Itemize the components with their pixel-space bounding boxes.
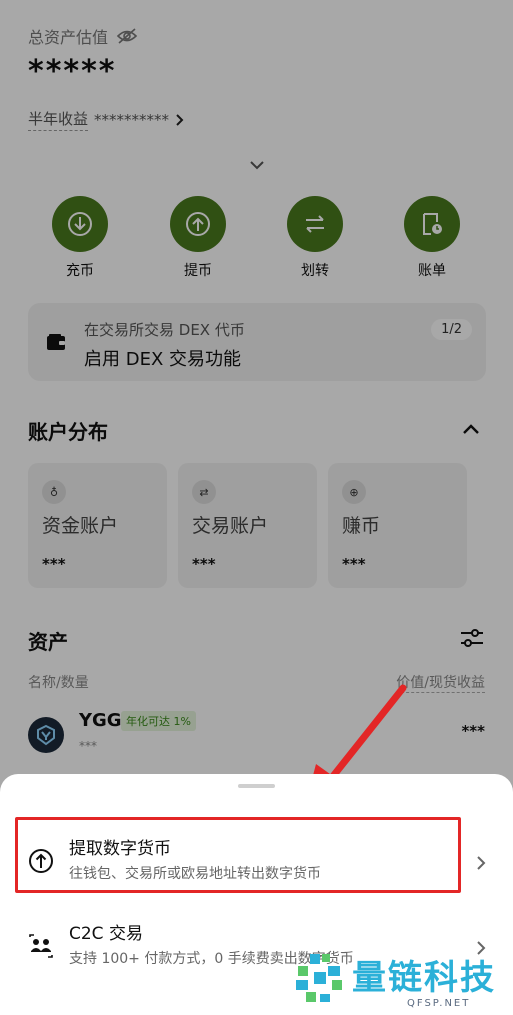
watermark-text: 量链科技 bbox=[352, 958, 496, 998]
sheet-drag-handle[interactable] bbox=[238, 784, 275, 788]
c2c-trade-title: C2C 交易 bbox=[69, 924, 143, 944]
chevron-right-icon bbox=[477, 856, 486, 870]
highlight-annotation bbox=[15, 817, 461, 893]
asset-page: 总资产估值 ***** 半年收益 ********** 充币 提币 划转 账单 … bbox=[0, 0, 513, 1015]
watermark-subtext: QFSP.NET bbox=[407, 998, 471, 1009]
watermark-logo-icon bbox=[296, 954, 342, 1002]
c2c-icon bbox=[29, 934, 53, 958]
watermark: 量链科技 QFSP.NET bbox=[292, 950, 513, 1015]
